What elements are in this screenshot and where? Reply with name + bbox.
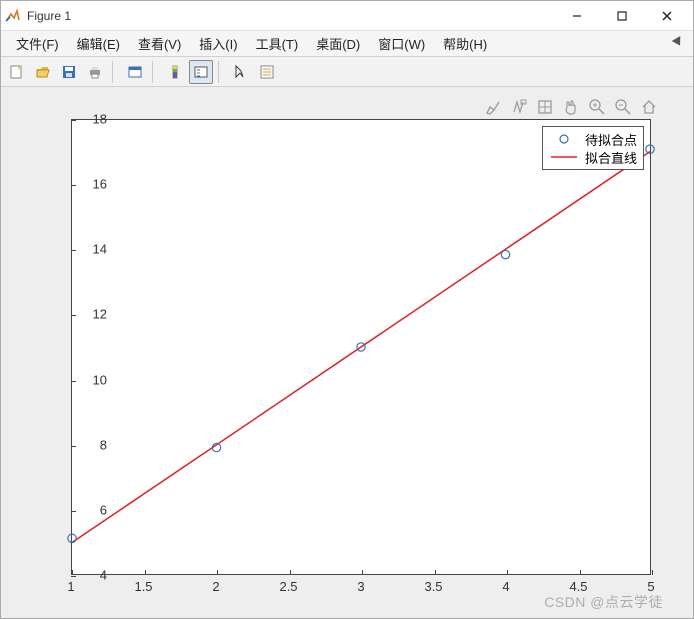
x-tick-label: 2.5 — [279, 579, 297, 594]
y-tick-label: 6 — [67, 502, 107, 517]
figure-window: Figure 1 文件(F) 编辑(E) 查看(V) 插入(I) 工具(T) 桌… — [0, 0, 694, 619]
menu-overflow-icon[interactable] — [671, 35, 687, 51]
legend-label: 待拟合点 — [585, 130, 637, 149]
legend-label: 拟合直线 — [585, 148, 637, 167]
open-property-inspector-button[interactable] — [255, 60, 279, 84]
maximize-button[interactable] — [599, 2, 644, 30]
window-title: Figure 1 — [27, 9, 71, 23]
brush-icon[interactable] — [483, 97, 503, 117]
menu-edit[interactable]: 编辑(E) — [68, 31, 129, 56]
menu-desktop[interactable]: 桌面(D) — [307, 31, 369, 56]
data-point — [68, 534, 76, 542]
new-figure-button[interactable] — [5, 60, 29, 84]
plot-area: 待拟合点 拟合直线 468101214161811.522.533.544.55… — [1, 87, 693, 618]
menu-window[interactable]: 窗口(W) — [369, 31, 434, 56]
legend-marker-icon — [549, 133, 579, 145]
menu-view[interactable]: 查看(V) — [129, 31, 190, 56]
data-point — [501, 250, 509, 258]
print-button[interactable] — [83, 60, 107, 84]
x-tick-label: 3.5 — [424, 579, 442, 594]
toolbar-divider — [152, 61, 158, 83]
y-tick-label: 12 — [67, 307, 107, 322]
close-button[interactable] — [644, 2, 689, 30]
legend-entry-line[interactable]: 拟合直线 — [549, 148, 637, 166]
axes[interactable]: 待拟合点 拟合直线 — [71, 119, 651, 575]
minimize-button[interactable] — [554, 2, 599, 30]
pan-tool-icon[interactable] — [535, 97, 555, 117]
watermark: CSDN @点云学徒 — [544, 592, 663, 612]
menu-help[interactable]: 帮助(H) — [434, 31, 496, 56]
axes-toolbar — [483, 97, 659, 117]
toolbar-divider — [112, 61, 118, 83]
hand-icon[interactable] — [561, 97, 581, 117]
menu-tools[interactable]: 工具(T) — [247, 31, 308, 56]
y-tick-label: 10 — [67, 372, 107, 387]
edit-plot-button[interactable] — [229, 60, 253, 84]
matlab-icon — [5, 8, 21, 24]
menubar: 文件(F) 编辑(E) 查看(V) 插入(I) 工具(T) 桌面(D) 窗口(W… — [1, 31, 693, 57]
zoom-in-icon[interactable] — [587, 97, 607, 117]
link-axes-button[interactable] — [123, 60, 147, 84]
y-tick-label: 14 — [67, 242, 107, 257]
x-tick-label: 1.5 — [134, 579, 152, 594]
toolbar-divider — [218, 61, 224, 83]
x-tick-label: 2 — [212, 579, 219, 594]
menu-insert[interactable]: 插入(I) — [190, 31, 246, 56]
insert-colorbar-button[interactable] — [163, 60, 187, 84]
legend[interactable]: 待拟合点 拟合直线 — [542, 126, 644, 170]
y-tick-label: 8 — [67, 437, 107, 452]
menu-file[interactable]: 文件(F) — [7, 31, 68, 56]
home-icon[interactable] — [639, 97, 659, 117]
x-tick-label: 4 — [502, 579, 509, 594]
fit-line — [72, 151, 650, 542]
save-button[interactable] — [57, 60, 81, 84]
legend-line-icon — [549, 151, 579, 163]
open-button[interactable] — [31, 60, 55, 84]
zoom-out-icon[interactable] — [613, 97, 633, 117]
y-tick-label: 18 — [67, 112, 107, 127]
datatip-icon[interactable] — [509, 97, 529, 117]
x-tick-label: 1 — [67, 579, 74, 594]
insert-legend-button[interactable] — [189, 60, 213, 84]
titlebar: Figure 1 — [1, 1, 693, 31]
toolbar — [1, 57, 693, 87]
plot-svg — [72, 120, 650, 574]
x-tick-label: 3 — [357, 579, 364, 594]
y-tick-label: 16 — [67, 177, 107, 192]
legend-entry-points[interactable]: 待拟合点 — [549, 130, 637, 148]
